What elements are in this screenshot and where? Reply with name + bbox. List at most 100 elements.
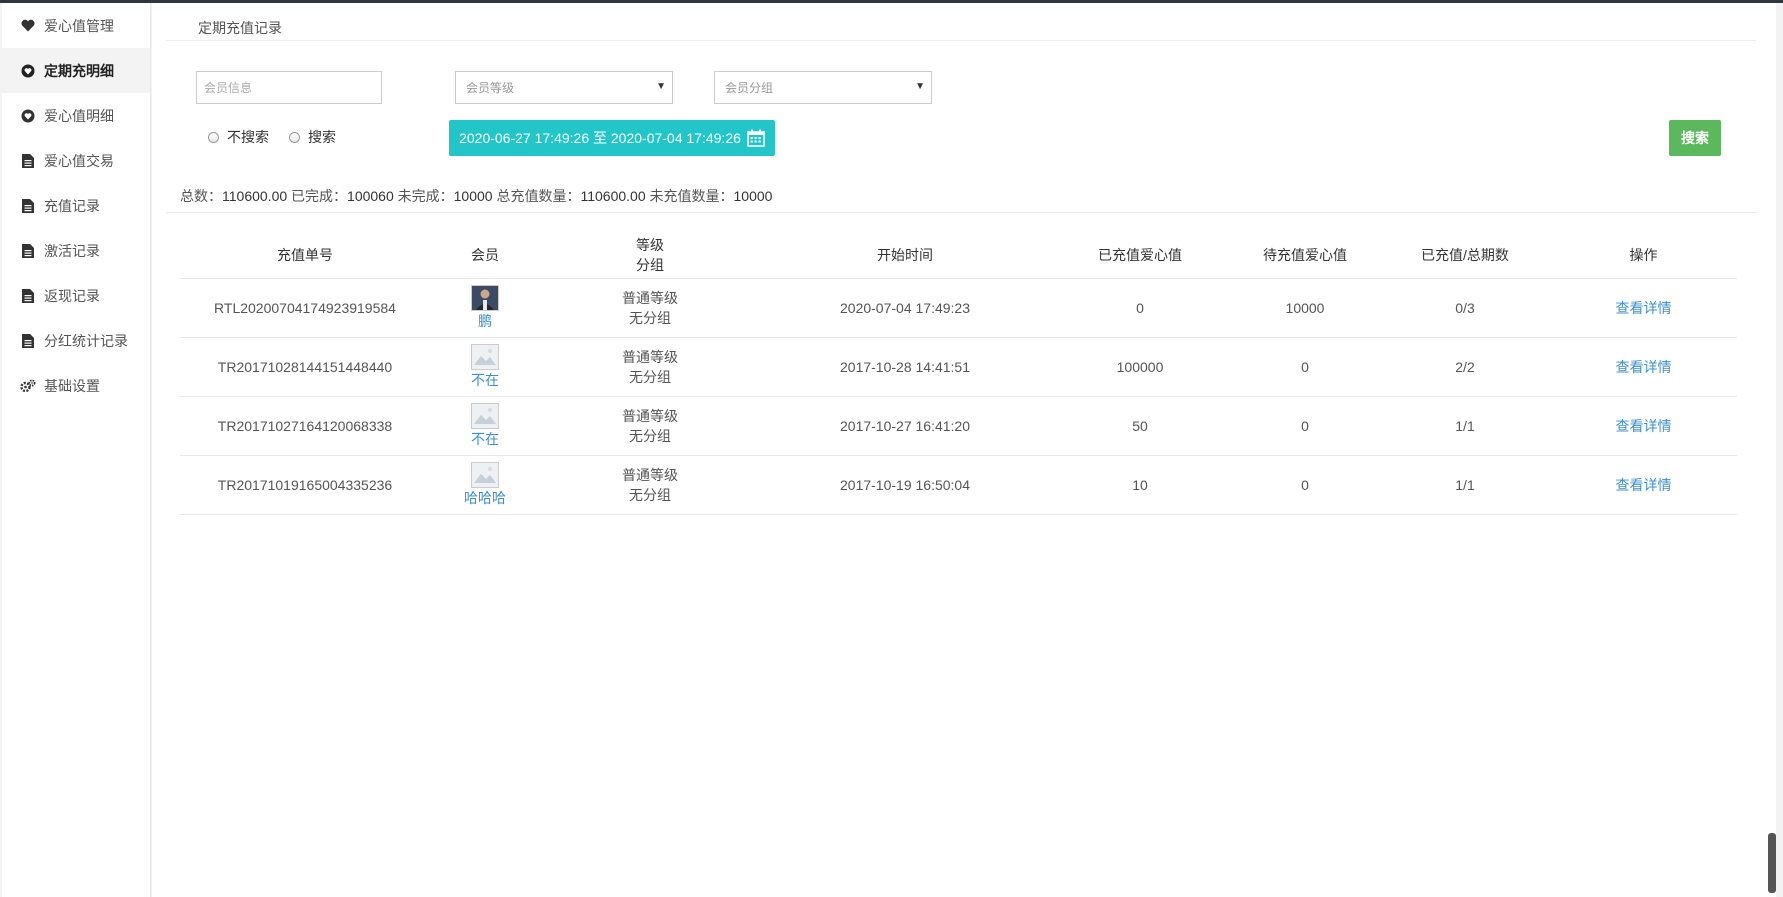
cell-start-time: 2017-10-28 14:41:51 (760, 337, 1050, 397)
image-placeholder-icon (471, 403, 499, 429)
document-icon (20, 198, 36, 214)
radio-no-search[interactable] (208, 131, 219, 143)
image-placeholder-icon (471, 344, 499, 370)
cell-action: 查看详情 (1550, 455, 1737, 515)
cell-recharged: 50 (1050, 396, 1230, 456)
member-name[interactable]: 不在 (471, 431, 499, 447)
member-level-select[interactable]: 会员等级 ▼ (455, 71, 673, 104)
summary-bar: 总数：110600.00 已完成：100060 未完成：10000 总充值数量：… (180, 186, 772, 206)
cell-pending: 0 (1230, 396, 1380, 456)
view-details-link[interactable]: 查看详情 (1616, 359, 1672, 375)
caret-down-icon: ▼ (656, 81, 666, 92)
cell-level: 普通等级 (622, 467, 678, 483)
sidebar-item-cashback-record[interactable]: 返现记录 (2, 273, 150, 318)
view-details-link[interactable]: 查看详情 (1616, 477, 1672, 493)
summary-done-value: 100060 (347, 188, 394, 204)
summary-done-label: 已完成： (291, 188, 348, 204)
cell-pending: 0 (1230, 337, 1380, 397)
main-content: 定期充值记录 会员等级 ▼ 会员分组 ▼ 不搜索 搜索 2020-06-27 1… (152, 3, 1776, 897)
date-range-button[interactable]: 2020-06-27 17:49:26 至 2020-07-04 17:49:2… (449, 120, 775, 156)
gears-icon (20, 378, 36, 394)
cell-order-no: TR20171019165004335236 (180, 455, 430, 515)
cell-order-no: TR20171027164120068338 (180, 396, 430, 456)
cell-level: 普通等级 (622, 408, 678, 424)
header-start-time: 开始时间 (760, 231, 1050, 279)
table-row: TR20171027164120068338 不在 普通等级 无分组 2017-… (180, 396, 1737, 456)
table-row: RTL20200704174923919584 鹏 普通等级 无分组 2020-… (180, 278, 1737, 338)
cell-recharged: 100000 (1050, 337, 1230, 397)
cell-periods: 2/2 (1380, 337, 1550, 397)
cell-pending: 10000 (1230, 278, 1380, 338)
sidebar-item-label: 爱心值明细 (44, 107, 114, 124)
sidebar-item-activation-record[interactable]: 激活记录 (2, 228, 150, 273)
sidebar-item-label: 充值记录 (44, 197, 100, 214)
cell-order-no: RTL20200704174923919584 (180, 278, 430, 338)
cell-recharged: 10 (1050, 455, 1230, 515)
recharge-table: 充值单号 会员 等级 分组 开始时间 已充值爱心值 待充值爱心值 已充值/总期数… (180, 231, 1737, 515)
cell-start-time: 2017-10-27 16:41:20 (760, 396, 1050, 456)
heart-circle-icon (20, 63, 36, 79)
cell-level: 普通等级 (622, 349, 678, 365)
sidebar-item-label: 激活记录 (44, 242, 100, 259)
view-details-link[interactable]: 查看详情 (1616, 300, 1672, 316)
scrollbar-thumb[interactable] (1768, 833, 1776, 893)
sidebar-item-label: 基础设置 (44, 377, 100, 394)
sidebar-item-label: 定期充明细 (44, 62, 114, 79)
member-name[interactable]: 鹏 (478, 313, 492, 329)
header-action: 操作 (1550, 231, 1737, 279)
image-placeholder-icon (471, 462, 499, 488)
member-info-input[interactable] (196, 71, 382, 104)
header-recharged: 已充值爱心值 (1050, 231, 1230, 279)
table-row: TR20171028144151448440 不在 普通等级 无分组 2017-… (180, 337, 1737, 397)
header-pending: 待充值爱心值 (1230, 231, 1380, 279)
sidebar-item-dividend-record[interactable]: 分红统计记录 (2, 318, 150, 363)
summary-unrecharged-count-label: 未充值数量： (649, 188, 734, 204)
sidebar-item-recharge-record[interactable]: 充值记录 (2, 183, 150, 228)
header-level: 等级 (636, 236, 664, 253)
document-icon (20, 243, 36, 259)
member-name[interactable]: 哈哈哈 (464, 490, 506, 506)
cell-action: 查看详情 (1550, 278, 1737, 338)
cell-group: 无分组 (629, 487, 671, 503)
radio-search[interactable] (289, 131, 300, 143)
cell-level-group: 普通等级 无分组 (540, 337, 760, 397)
sidebar-item-love-trade[interactable]: 爱心值交易 (2, 138, 150, 183)
header-order-no: 充值单号 (180, 231, 430, 279)
page-title: 定期充值记录 (198, 20, 282, 36)
sidebar-item-love-management[interactable]: 爱心值管理 (2, 3, 150, 48)
heart-icon (20, 18, 36, 34)
cell-member: 鹏 (430, 278, 540, 338)
header-periods: 已充值/总期数 (1380, 231, 1550, 279)
header-group: 分组 (636, 256, 664, 273)
sidebar-item-label: 爱心值交易 (44, 152, 114, 169)
cell-level-group: 普通等级 无分组 (540, 455, 760, 515)
cell-group: 无分组 (629, 310, 671, 326)
cell-member: 不在 (430, 337, 540, 397)
cell-order-no: TR20171028144151448440 (180, 337, 430, 397)
search-toggle-group: 不搜索 搜索 (208, 127, 356, 147)
summary-divider (166, 212, 1756, 213)
document-icon (20, 288, 36, 304)
search-button[interactable]: 搜索 (1669, 120, 1721, 156)
sidebar-item-periodic-recharge[interactable]: 定期充明细 (2, 48, 150, 93)
sidebar-item-love-detail[interactable]: 爱心值明细 (2, 93, 150, 138)
summary-unrecharged-count-value: 10000 (733, 188, 773, 204)
caret-down-icon: ▼ (915, 81, 925, 92)
cell-member: 不在 (430, 396, 540, 456)
sidebar: 爱心值管理 定期充明细 爱心值明细 爱心值交易 充值记录 激活记录 返现记录 分… (2, 3, 151, 897)
cell-pending: 0 (1230, 455, 1380, 515)
member-group-select[interactable]: 会员分组 ▼ (714, 71, 932, 104)
sidebar-item-basic-settings[interactable]: 基础设置 (2, 363, 150, 408)
date-range-text: 2020-06-27 17:49:26 至 2020-07-04 17:49:2… (459, 130, 741, 146)
app-shell: 爱心值管理 定期充明细 爱心值明细 爱心值交易 充值记录 激活记录 返现记录 分… (0, 3, 1783, 897)
summary-recharged-count-value: 110600.00 (580, 188, 646, 204)
heart-circle-icon (20, 108, 36, 124)
view-details-link[interactable]: 查看详情 (1616, 418, 1672, 434)
cell-recharged: 0 (1050, 278, 1230, 338)
summary-undone-value: 10000 (453, 188, 493, 204)
document-icon (20, 333, 36, 349)
sidebar-item-label: 返现记录 (44, 287, 100, 304)
cell-level: 普通等级 (622, 290, 678, 306)
member-name[interactable]: 不在 (471, 372, 499, 388)
sidebar-item-label: 分红统计记录 (44, 332, 128, 349)
